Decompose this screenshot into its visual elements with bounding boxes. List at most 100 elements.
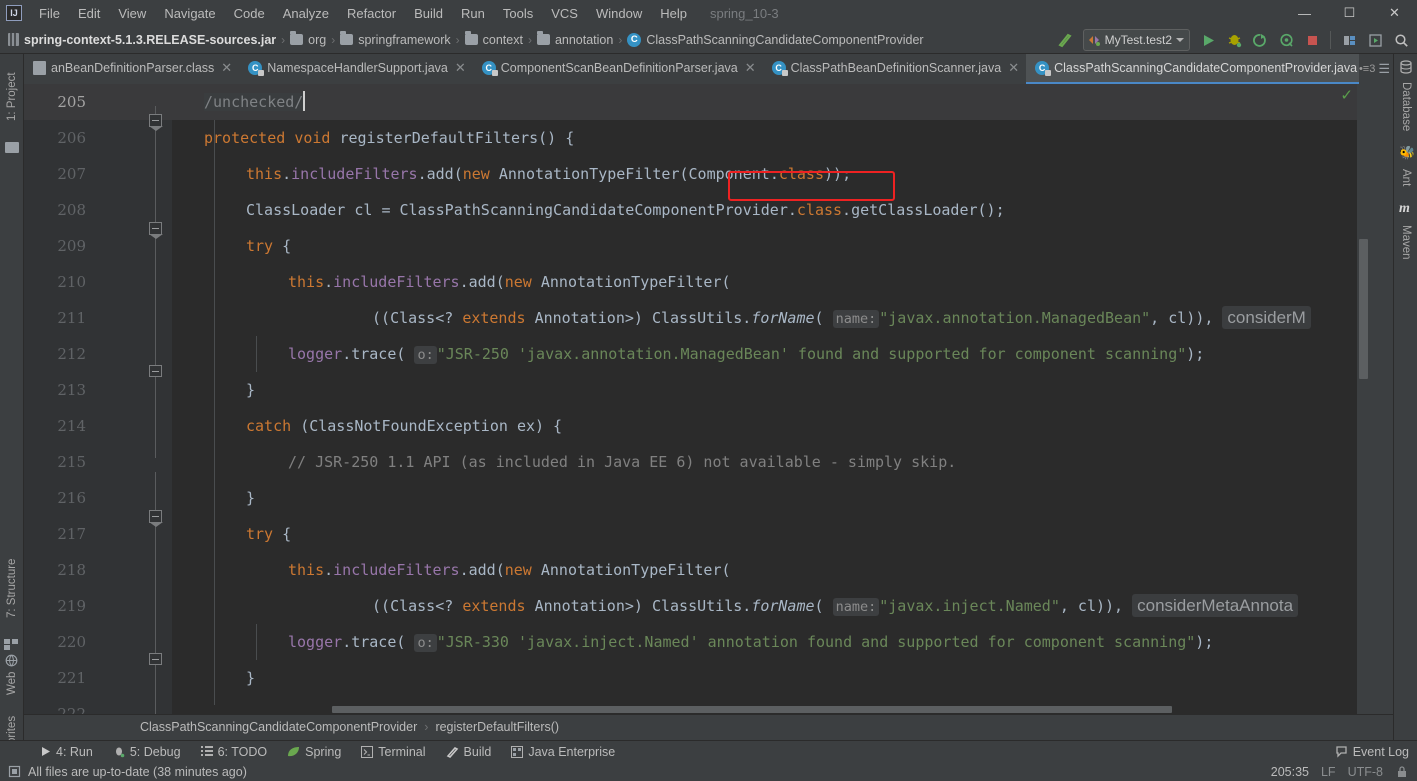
code-editor[interactable]: 205 206 207 208 209 210 211 212 213 214 215 216 217 2… xyxy=(24,84,1369,714)
search-everywhere-icon[interactable] xyxy=(1389,29,1413,51)
lock-icon[interactable] xyxy=(1395,765,1409,779)
sidebar-item-structure[interactable]: 7: Structure xyxy=(0,544,24,632)
editor-tab-1[interactable]: C NamespaceHandlerSupport.java ✕ xyxy=(239,54,473,84)
maximize-button[interactable]: ☐ xyxy=(1327,0,1372,26)
breadcrumb-member[interactable]: registerDefaultFilters() xyxy=(435,720,559,734)
nav-crumb-1[interactable]: org xyxy=(290,31,326,47)
menu-item-code[interactable]: Code xyxy=(225,3,274,24)
tab-overflow-count[interactable]: •≡3 xyxy=(1359,63,1375,75)
editor-hscrollbar-track[interactable] xyxy=(172,705,1357,714)
updates-icon[interactable] xyxy=(1363,29,1387,51)
event-log-label: Event Log xyxy=(1352,744,1409,759)
sidebar-item-project[interactable]: 1: Project xyxy=(0,58,24,136)
nav-crumb-3[interactable]: context xyxy=(464,31,523,47)
editor-tab-3[interactable]: C ClassPathBeanDefinitionScanner.java ✕ xyxy=(763,54,1026,84)
menu-item-run[interactable]: Run xyxy=(452,3,494,24)
editor-tab-2[interactable]: C ComponentScanBeanDefinitionParser.java ✕ xyxy=(473,54,763,84)
nav-crumb-2[interactable]: springframework xyxy=(340,31,451,47)
line-number-222: 222 xyxy=(57,705,86,714)
tool-window-java-enterprise[interactable]: Java Enterprise xyxy=(501,743,625,761)
close-icon[interactable]: ✕ xyxy=(745,60,756,76)
fold-toggle-217[interactable] xyxy=(149,510,163,527)
code-line-215[interactable]: // JSR-250 1.1 API (as included in Java … xyxy=(172,444,1369,480)
code-line-213[interactable]: } xyxy=(172,372,1369,408)
code-line-217[interactable]: try { xyxy=(172,516,1369,552)
code-line-221[interactable]: } xyxy=(172,660,1369,696)
close-icon[interactable]: ✕ xyxy=(221,60,232,76)
code-line-218[interactable]: this.includeFilters.add(new AnnotationTy… xyxy=(172,552,1369,588)
nav-crumb-0[interactable]: spring-context-5.1.3.RELEASE-sources.jar xyxy=(8,33,276,47)
menu-item-vcs[interactable]: VCS xyxy=(542,3,587,24)
close-icon[interactable]: ✕ xyxy=(1008,60,1019,76)
tool-window-build[interactable]: Build xyxy=(436,743,502,761)
editor-vscrollbar-thumb[interactable] xyxy=(1359,239,1368,379)
code-line-207[interactable]: this.includeFilters.add(new AnnotationTy… xyxy=(172,156,1369,192)
editor-error-stripe[interactable] xyxy=(1357,84,1369,714)
menu-item-window[interactable]: Window xyxy=(587,3,651,24)
menu-item-edit[interactable]: Edit xyxy=(69,3,109,24)
tool-window-run[interactable]: 4: Run xyxy=(30,743,103,761)
code-line-205[interactable]: /unchecked/ xyxy=(172,84,1369,120)
event-log-button[interactable]: Event Log xyxy=(1335,745,1409,759)
sidebar-item-database[interactable]: Database xyxy=(1394,76,1417,138)
build-hammer-icon[interactable] xyxy=(1053,29,1077,51)
run-with-coverage-button[interactable] xyxy=(1248,29,1272,51)
code-line-219[interactable]: ((Class<? extends Annotation>) ClassUtil… xyxy=(172,588,1369,624)
line-separator-indicator[interactable]: LF xyxy=(1321,765,1336,779)
fold-toggle-213[interactable] xyxy=(149,365,162,377)
fold-toggle-206[interactable] xyxy=(149,114,163,131)
code-line-216[interactable]: } xyxy=(172,480,1369,516)
token-includeFilters: includeFilters xyxy=(333,273,460,291)
stop-button[interactable] xyxy=(1300,29,1324,51)
code-line-208[interactable]: ClassLoader cl = ClassPathScanningCandid… xyxy=(172,192,1369,228)
fold-toggle-221[interactable] xyxy=(149,653,162,665)
encoding-indicator[interactable]: UTF-8 xyxy=(1348,765,1383,779)
close-icon[interactable]: ✕ xyxy=(455,60,466,76)
profile-button[interactable] xyxy=(1274,29,1298,51)
code-line-211[interactable]: ((Class<? extends Annotation>) ClassUtil… xyxy=(172,300,1369,336)
menu-item-build[interactable]: Build xyxy=(405,3,452,24)
menu-item-analyze[interactable]: Analyze xyxy=(274,3,338,24)
code-line-220[interactable]: logger.trace( o: "JSR-330 'javax.inject.N… xyxy=(172,624,1369,660)
menu-item-navigate[interactable]: Navigate xyxy=(155,3,224,24)
menu-item-help[interactable]: Help xyxy=(651,3,696,24)
run-configuration-selector[interactable]: MyTest.test2 xyxy=(1082,29,1190,51)
sidebar-item-ant[interactable]: Ant xyxy=(1394,162,1417,194)
debug-button[interactable] xyxy=(1222,29,1246,51)
fold-toggle-209[interactable] xyxy=(149,222,163,239)
debug-icon xyxy=(113,746,125,758)
close-button[interactable]: ✕ xyxy=(1372,0,1417,26)
sidebar-item-maven[interactable]: Maven xyxy=(1394,218,1417,266)
nav-crumb-4[interactable]: annotation xyxy=(536,31,613,47)
tab-list-icon[interactable]: ☰ xyxy=(1378,61,1390,77)
nav-crumb-5[interactable]: C ClassPathScanningCandidateComponentProv… xyxy=(627,32,924,47)
inspection-ok-icon[interactable]: ✓ xyxy=(1340,86,1353,104)
tool-window-terminal-label: Terminal xyxy=(378,744,426,759)
attach-process-icon[interactable] xyxy=(1337,29,1361,51)
code-line-209[interactable]: try { xyxy=(172,228,1369,264)
code-line-210[interactable]: this.includeFilters.add(new AnnotationTy… xyxy=(172,264,1369,300)
caret-position[interactable]: 205:35 xyxy=(1271,765,1309,779)
editor-tab-0[interactable]: anBeanDefinitionParser.class ✕ xyxy=(24,54,239,84)
tool-window-terminal[interactable]: Terminal xyxy=(351,743,435,761)
code-line-206[interactable]: protected void registerDefaultFilters() … xyxy=(172,120,1369,156)
line-number-218: 218 xyxy=(57,561,86,579)
run-button[interactable] xyxy=(1196,29,1220,51)
menu-item-refactor[interactable]: Refactor xyxy=(338,3,405,24)
token-new: new xyxy=(504,273,532,291)
tool-window-todo[interactable]: 6: TODO xyxy=(191,743,278,761)
editor-hscrollbar-thumb[interactable] xyxy=(332,706,1172,713)
code-line-214[interactable]: catch (ClassNotFoundException ex) { xyxy=(172,408,1369,444)
minimize-button[interactable]: — xyxy=(1282,0,1327,26)
editor-gutter[interactable]: 205 206 207 208 209 210 211 212 213 214 215 216 217 2… xyxy=(24,84,172,714)
menu-item-tools[interactable]: Tools xyxy=(494,3,542,24)
editor-tab-4[interactable]: C ClassPathScanningCandidateComponentProv… xyxy=(1026,54,1382,84)
tool-window-spring[interactable]: Spring xyxy=(277,743,351,761)
menu-item-view[interactable]: View xyxy=(109,3,155,24)
code-content[interactable]: /unchecked/ protected void registerDefau… xyxy=(172,84,1369,714)
code-line-212[interactable]: logger.trace( o: "JSR-250 'javax.annotati… xyxy=(172,336,1369,372)
tool-window-debug[interactable]: 5: Debug xyxy=(103,743,191,761)
breadcrumb-class[interactable]: ClassPathScanningCandidateComponentProvi… xyxy=(140,720,417,734)
menu-item-file[interactable]: File xyxy=(30,3,69,24)
navigation-bar: spring-context-5.1.3.RELEASE-sources.jar… xyxy=(0,26,1417,54)
